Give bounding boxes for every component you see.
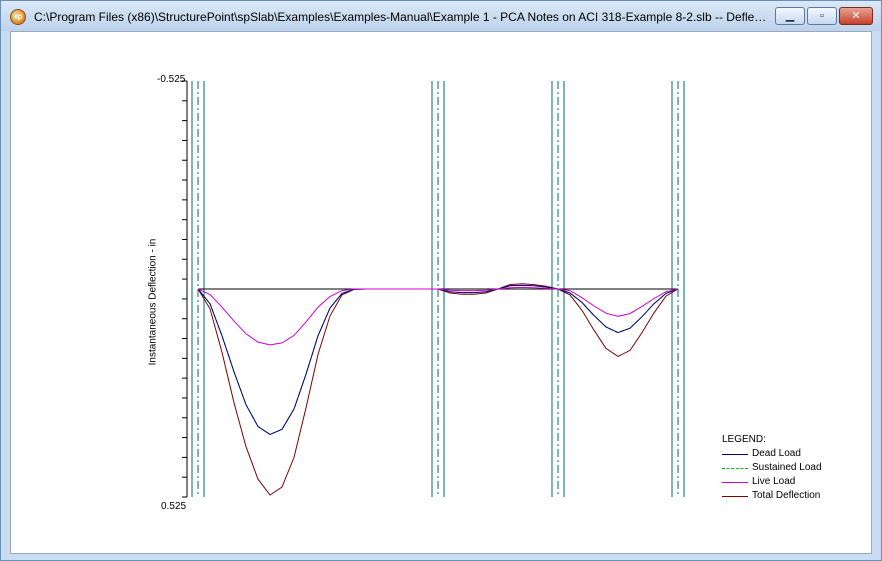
legend-swatch-dead-load [722,454,748,455]
title-bar[interactable]: sp C:\Program Files (x86)\StructurePoint… [1,1,881,31]
legend-swatch-live-load [722,482,748,483]
window-title: C:\Program Files (x86)\StructurePoint\sp… [34,10,769,24]
legend-label-dead-load: Dead Load [752,448,801,459]
legend-label-sustained-load: Sustained Load [752,462,822,473]
maximize-icon: ▫ [820,10,824,22]
legend-item-total-deflection: Total Deflection [722,489,862,503]
legend-item-live-load: Live Load [722,475,862,489]
y-tick-label-top: -0.525 [157,74,186,85]
chart-area: -0.525 0.525 Instantaneous Deflection - … [10,31,872,554]
legend-label-live-load: Live Load [752,476,796,487]
close-button[interactable]: ✕ [839,7,873,25]
maximize-button[interactable]: ▫ [807,7,837,25]
legend-item-sustained-load: Sustained Load [722,461,862,475]
minimize-button[interactable]: ▁ [775,7,805,25]
minimize-icon: ▁ [785,10,795,22]
legend-item-dead-load: Dead Load [722,447,862,461]
close-icon: ✕ [851,10,861,22]
y-axis-label: Instantaneous Deflection - in [147,238,159,366]
application-window: sp C:\Program Files (x86)\StructurePoint… [0,0,882,561]
legend-swatch-sustained-load [722,468,748,469]
legend-label-total-deflection: Total Deflection [752,490,821,501]
legend-swatch-total-deflection [722,496,748,497]
sp-logo-icon[interactable]: sp [10,9,26,25]
legend-title: LEGEND: [722,434,766,445]
y-tick-label-bottom: 0.525 [161,501,187,512]
legend: LEGEND: Dead Load Sustained Load Live Lo… [722,433,862,503]
